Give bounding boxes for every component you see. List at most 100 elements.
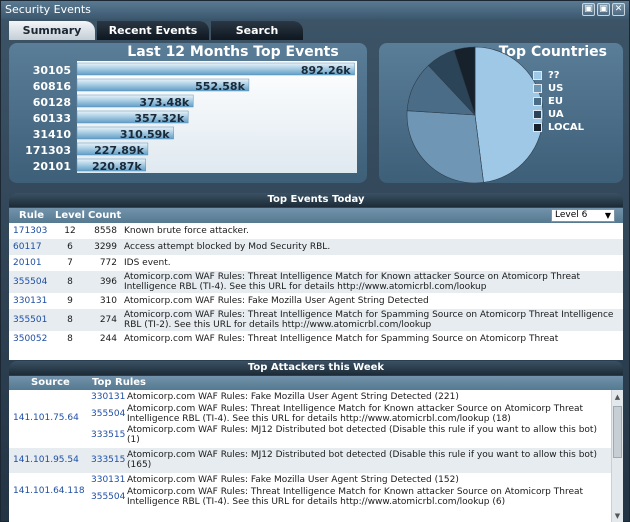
event-count: 310 xyxy=(99,296,117,306)
attacker-rule-description: Atomicorp.com WAF Rules: Threat Intellig… xyxy=(127,404,584,424)
attacker-row: 141.101.75.64 330131 Atomicorp.com WAF Rul… xyxy=(9,390,611,448)
legend-label: US xyxy=(548,83,564,94)
scroll-thumb[interactable] xyxy=(613,406,622,458)
attacker-rule-link[interactable]: 333515 xyxy=(91,455,125,465)
event-count: 8558 xyxy=(94,226,117,236)
bar-category-label: 20101 xyxy=(33,160,71,173)
bar-category-label: 171303 xyxy=(25,144,71,157)
tab-recent-events[interactable]: Recent Events xyxy=(97,21,209,40)
col-top-rules: Top Rules xyxy=(92,377,146,388)
event-level: 7 xyxy=(67,258,73,268)
bar-category-label: 30105 xyxy=(33,64,71,77)
top-countries-chart-panel: Top Countries ?? US EU UA LOCAL xyxy=(379,43,623,183)
bar-category-label: 60816 xyxy=(33,80,72,93)
legend-swatch xyxy=(533,84,542,93)
legend-label: EU xyxy=(548,96,563,107)
tab-search[interactable]: Search xyxy=(211,21,303,40)
event-rule-link[interactable]: 60117 xyxy=(13,242,42,252)
attacker-rule-link[interactable]: 333515 xyxy=(91,430,125,440)
col-rule: Rule xyxy=(19,210,45,221)
legend-item: UA xyxy=(533,108,584,121)
event-level: 9 xyxy=(67,296,73,306)
event-rule-link[interactable]: 350052 xyxy=(13,334,47,344)
attacker-rule-link[interactable]: 355504 xyxy=(91,409,125,419)
close-button[interactable]: ✕ xyxy=(612,3,625,16)
col-count: Count xyxy=(88,210,122,221)
pie-slice-us xyxy=(406,110,484,183)
bar-data-label: 220.87k xyxy=(92,160,142,173)
event-count: 772 xyxy=(99,258,117,268)
window-title: Security Events xyxy=(5,3,91,16)
attacker-rule-link[interactable]: 330131 xyxy=(91,392,125,402)
event-description: IDS event. xyxy=(124,258,171,268)
col-level: Level xyxy=(55,210,85,221)
security-events-window: Security Events ▣ ▣ ✕ Summary Recent Eve… xyxy=(0,0,630,522)
event-rule-link[interactable]: 355504 xyxy=(13,277,47,287)
event-row[interactable]: 171303 12 8558 Known brute force attacker. xyxy=(9,223,623,239)
attackers-scrollbar[interactable]: ▲ ▼ xyxy=(611,390,623,522)
event-rule-link[interactable]: 20101 xyxy=(13,258,42,268)
bar-data-label: 310.59k xyxy=(120,128,170,141)
minimize-button[interactable]: ▣ xyxy=(582,3,595,16)
attacker-rule-description: Atomicorp.com WAF Rules: Fake Mozilla Us… xyxy=(127,392,459,402)
level-filter-select[interactable]: Level 6 ▼ xyxy=(551,209,615,222)
top-attackers-column-header: Source Top Rules xyxy=(9,376,623,390)
event-row[interactable]: 355504 8 396 Atomicorp.com WAF Rules: Threa… xyxy=(9,271,623,293)
attacker-source-link[interactable]: 141.101.64.118 xyxy=(13,486,85,496)
attacker-rule-description: Atomicorp.com WAF Rules: Fake Mozilla Us… xyxy=(127,475,459,485)
bar-category-label: 60128 xyxy=(33,96,71,109)
event-count: 274 xyxy=(99,315,117,325)
bar-data-label: 892.26k xyxy=(301,64,351,77)
legend-item: EU xyxy=(533,95,584,108)
chevron-down-icon: ▼ xyxy=(604,211,611,220)
event-row[interactable]: 355501 8 274 Atomicorp.com WAF Rules: Threa… xyxy=(9,309,623,331)
event-row[interactable]: 350052 8 244 Atomicorp.com WAF Rules: Threa… xyxy=(9,331,623,347)
attacker-rule-link[interactable]: 330131 xyxy=(91,475,125,485)
attacker-rule-item: 333515 Atomicorp.com WAF Rules: MJ12 Dist… xyxy=(91,450,601,471)
top-attackers-header: Top Attackers this Week xyxy=(9,361,623,375)
attacker-rule-item: 330131 Atomicorp.com WAF Rules: Fake Mozi… xyxy=(91,475,601,487)
attacker-row: 141.101.95.54 333515 Atomicorp.com WAF Rul… xyxy=(9,448,611,473)
attacker-rule-link[interactable]: 355504 xyxy=(91,492,125,502)
event-level: 8 xyxy=(67,315,73,325)
event-count: 3299 xyxy=(94,242,117,252)
legend-item: ?? xyxy=(533,69,584,82)
event-level: 8 xyxy=(67,277,73,287)
bar-data-label: 227.89k xyxy=(94,144,144,157)
maximize-button[interactable]: ▣ xyxy=(597,3,610,16)
top-attackers-list: 141.101.75.64 330131 Atomicorp.com WAF Rul… xyxy=(9,390,623,522)
event-rule-link[interactable]: 330131 xyxy=(13,296,47,306)
event-row[interactable]: 20101 7 772 IDS event. xyxy=(9,255,623,271)
attacker-rule-description: Atomicorp.com WAF Rules: MJ12 Distribute… xyxy=(127,425,597,445)
top-events-list: 171303 12 8558 Known brute force attacker. 6… xyxy=(9,223,623,360)
pie-legend: ?? US EU UA LOCAL xyxy=(533,69,584,134)
event-level: 8 xyxy=(67,334,73,344)
event-rule-link[interactable]: 355501 xyxy=(13,315,47,325)
event-description: Atomicorp.com WAF Rules: Fake Mozilla Us… xyxy=(124,296,429,306)
legend-label: UA xyxy=(548,109,564,120)
event-row[interactable]: 330131 9 310 Atomicorp.com WAF Rules: Fake … xyxy=(9,293,623,309)
legend-label: LOCAL xyxy=(548,122,584,133)
scroll-up-icon[interactable]: ▲ xyxy=(612,392,623,402)
attacker-source-link[interactable]: 141.101.75.64 xyxy=(13,413,79,423)
level-filter-value: Level 6 xyxy=(555,210,588,220)
top-events-chart-panel: Last 12 Months Top Events 30105 892.26k 60… xyxy=(9,43,367,183)
event-description: Atomicorp.com WAF Rules: Threat Intellig… xyxy=(124,310,614,330)
top-events-column-header: Rule Level Count Level 6 ▼ xyxy=(9,208,623,223)
legend-swatch xyxy=(533,123,542,132)
event-description: Atomicorp.com WAF Rules: Threat Intellig… xyxy=(124,272,581,292)
tab-summary[interactable]: Summary xyxy=(9,21,95,40)
event-count: 396 xyxy=(99,277,117,287)
attacker-source-link[interactable]: 141.101.95.54 xyxy=(13,455,79,465)
legend-swatch xyxy=(533,110,542,119)
window-titlebar[interactable]: Security Events ▣ ▣ ✕ xyxy=(1,1,629,19)
attacker-rule-description: Atomicorp.com WAF Rules: MJ12 Distribute… xyxy=(127,450,597,470)
event-description: Known brute force attacker. xyxy=(124,226,249,236)
bar-category-label: 60133 xyxy=(33,112,71,125)
attacker-rule-item: 333515 Atomicorp.com WAF Rules: MJ12 Dist… xyxy=(91,425,601,446)
bar-data-label: 357.32k xyxy=(134,112,184,125)
bar-category-label: 31410 xyxy=(33,128,72,141)
scroll-down-icon[interactable]: ▼ xyxy=(612,511,623,521)
event-row[interactable]: 60117 6 3299 Access attempt blocked by Mod … xyxy=(9,239,623,255)
event-rule-link[interactable]: 171303 xyxy=(13,226,47,236)
